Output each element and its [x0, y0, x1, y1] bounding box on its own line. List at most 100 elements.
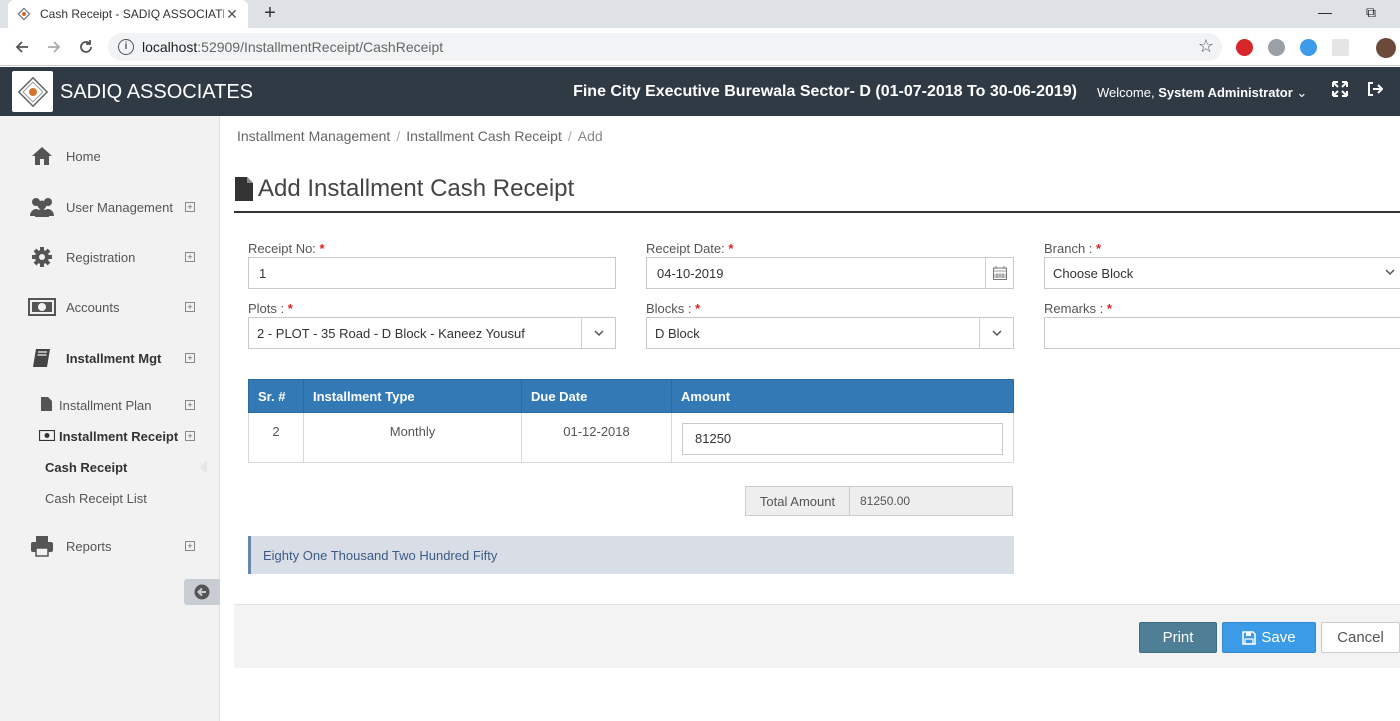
cell-due-date: 01-12-2018: [521, 412, 672, 463]
sidebar-item-accounts[interactable]: Accounts +: [0, 292, 220, 322]
breadcrumb-item[interactable]: Installment Management: [237, 128, 390, 144]
page-title-text: Add Installment Cash Receipt: [258, 175, 575, 202]
reload-icon[interactable]: [76, 37, 96, 57]
tab-close-icon[interactable]: ✕: [224, 6, 240, 23]
total-amount-group: Total Amount 81250.00: [745, 486, 1013, 516]
blocks-select[interactable]: D Block: [646, 317, 1014, 349]
book-icon: [28, 346, 56, 370]
blocks-label: Blocks : *: [646, 301, 701, 316]
url-host: localhost: [142, 39, 198, 55]
sidebar-item-label: Installment Plan: [59, 397, 152, 413]
column-header: Sr. #: [248, 379, 304, 413]
browser-tabstrip: Cash Receipt - SADIQ ASSOCIATES ✕ + — ⧉: [0, 0, 1400, 28]
floppy-icon: [1242, 630, 1257, 645]
plots-select[interactable]: 2 - PLOT - 35 Road - D Block - Kaneez Yo…: [248, 317, 616, 349]
save-button[interactable]: Save: [1222, 622, 1316, 653]
page-title: Add Installment Cash Receipt: [234, 175, 574, 203]
profile-avatar[interactable]: [1376, 38, 1396, 58]
file-icon: [235, 177, 253, 201]
sidebar-item-label: Installment Mgt: [66, 350, 162, 366]
fullscreen-icon[interactable]: [1332, 81, 1350, 99]
calendar-icon[interactable]: [985, 258, 1013, 288]
sidebar-item-user-management[interactable]: User Management +: [0, 192, 220, 222]
money-icon: [38, 429, 56, 444]
app-header: SADIQ ASSOCIATES Fine City Executive Bur…: [0, 67, 1400, 116]
globe-icon[interactable]: [1268, 39, 1285, 56]
sidebar-item-installment-plan[interactable]: Installment Plan +: [0, 394, 220, 416]
receipt-no-label: Receipt No: *: [248, 241, 325, 256]
minimize-icon[interactable]: —: [1310, 2, 1340, 24]
title-divider: [234, 211, 1400, 213]
remarks-label: Remarks : *: [1044, 301, 1112, 316]
chevron-down-icon: [979, 318, 1013, 348]
gear-icon: [28, 245, 56, 269]
table-row: 2 Monthly 01-12-2018 81250: [248, 412, 1014, 463]
arrow-left-circle-icon: [194, 584, 210, 600]
sidebar-item-cash-receipt[interactable]: Cash Receipt: [0, 456, 220, 478]
user-menu[interactable]: Welcome, System Administrator ⌄: [1097, 85, 1307, 101]
breadcrumb: Installment Management / Installment Cash …: [237, 128, 603, 144]
column-header: Amount: [671, 379, 1014, 413]
favicon-icon: [16, 6, 32, 22]
cancel-button[interactable]: Cancel: [1321, 622, 1400, 653]
url-field[interactable]: i localhost:52909/InstallmentReceipt/Cas…: [108, 33, 1222, 61]
receipt-no-input[interactable]: 1: [248, 257, 616, 289]
installment-table: Sr. # Installment Type Due Date Amount 2…: [248, 379, 1014, 463]
breadcrumb-item-active: Add: [577, 128, 603, 144]
total-amount-label: Total Amount: [746, 487, 850, 515]
sidebar-item-label: Home: [66, 148, 101, 164]
sidebar-item-home[interactable]: Home: [0, 141, 220, 171]
chevron-down-icon: [1384, 266, 1396, 281]
expand-icon[interactable]: +: [185, 400, 195, 410]
expand-icon[interactable]: +: [185, 202, 195, 212]
browser-tab[interactable]: Cash Receipt - SADIQ ASSOCIATES ✕: [8, 0, 248, 28]
print-button[interactable]: Print: [1139, 622, 1217, 653]
logout-icon[interactable]: [1367, 81, 1385, 99]
sidebar-item-installment-mgt[interactable]: Installment Mgt +: [0, 343, 220, 373]
plots-label: Plots : *: [248, 301, 293, 316]
sidebar-item-installment-receipt[interactable]: Installment Receipt +: [0, 425, 220, 447]
forward-icon[interactable]: [44, 37, 64, 57]
expand-icon[interactable]: +: [185, 431, 195, 441]
expand-icon[interactable]: +: [185, 541, 195, 551]
cell-sr: 2: [248, 412, 304, 463]
sidebar-item-cash-receipt-list[interactable]: Cash Receipt List: [0, 487, 220, 509]
cloud-icon[interactable]: [1300, 39, 1317, 56]
branch-select[interactable]: Choose Block: [1044, 257, 1400, 289]
amount-input[interactable]: 81250: [682, 423, 1003, 455]
restore-icon[interactable]: ⧉: [1356, 2, 1386, 24]
expand-icon[interactable]: +: [185, 353, 195, 363]
expand-icon[interactable]: +: [185, 302, 195, 312]
receipt-date-input[interactable]: 04-10-2019: [646, 257, 1014, 289]
sidebar-item-registration[interactable]: Registration +: [0, 242, 220, 272]
welcome-text: Welcome,: [1097, 85, 1155, 100]
sidebar-item-label: Reports: [66, 538, 112, 554]
chevron-down-icon: ⌄: [1296, 85, 1308, 100]
new-tab-button[interactable]: +: [258, 3, 282, 25]
total-amount-field: 81250.00: [850, 487, 1012, 515]
cell-amount: 81250: [671, 412, 1014, 463]
remarks-input[interactable]: [1044, 317, 1400, 349]
cell-installment-type: Monthly: [303, 412, 522, 463]
address-bar: i localhost:52909/InstallmentReceipt/Cas…: [0, 28, 1400, 66]
home-icon: [28, 144, 56, 168]
amount-in-words: Eighty One Thousand Two Hundred Fifty: [248, 536, 1014, 574]
adblock-icon[interactable]: [1236, 39, 1253, 56]
sidebar-collapse-button[interactable]: [184, 579, 220, 605]
sidebar-item-label: Registration: [66, 249, 136, 265]
receipt-date-label: Receipt Date: *: [646, 241, 734, 256]
site-info-icon[interactable]: i: [118, 39, 134, 55]
sidebar-item-label: Accounts: [66, 299, 120, 315]
extension-icon[interactable]: [1332, 39, 1349, 56]
sidebar-item-reports[interactable]: Reports +: [0, 531, 220, 561]
project-title: Fine City Executive Burewala Sector- D (…: [573, 83, 1077, 100]
expand-icon[interactable]: +: [185, 252, 195, 262]
url-path: :52909/InstallmentReceipt/CashReceipt: [197, 39, 444, 55]
bookmark-star-icon[interactable]: ☆: [1198, 36, 1214, 57]
chevron-down-icon: [581, 318, 615, 348]
money-icon: [28, 295, 56, 319]
back-icon[interactable]: [12, 37, 32, 57]
breadcrumb-item[interactable]: Installment Cash Receipt: [406, 128, 562, 144]
sidebar-item-label: Cash Receipt List: [45, 490, 147, 506]
brand-name: SADIQ ASSOCIATES: [60, 81, 254, 103]
